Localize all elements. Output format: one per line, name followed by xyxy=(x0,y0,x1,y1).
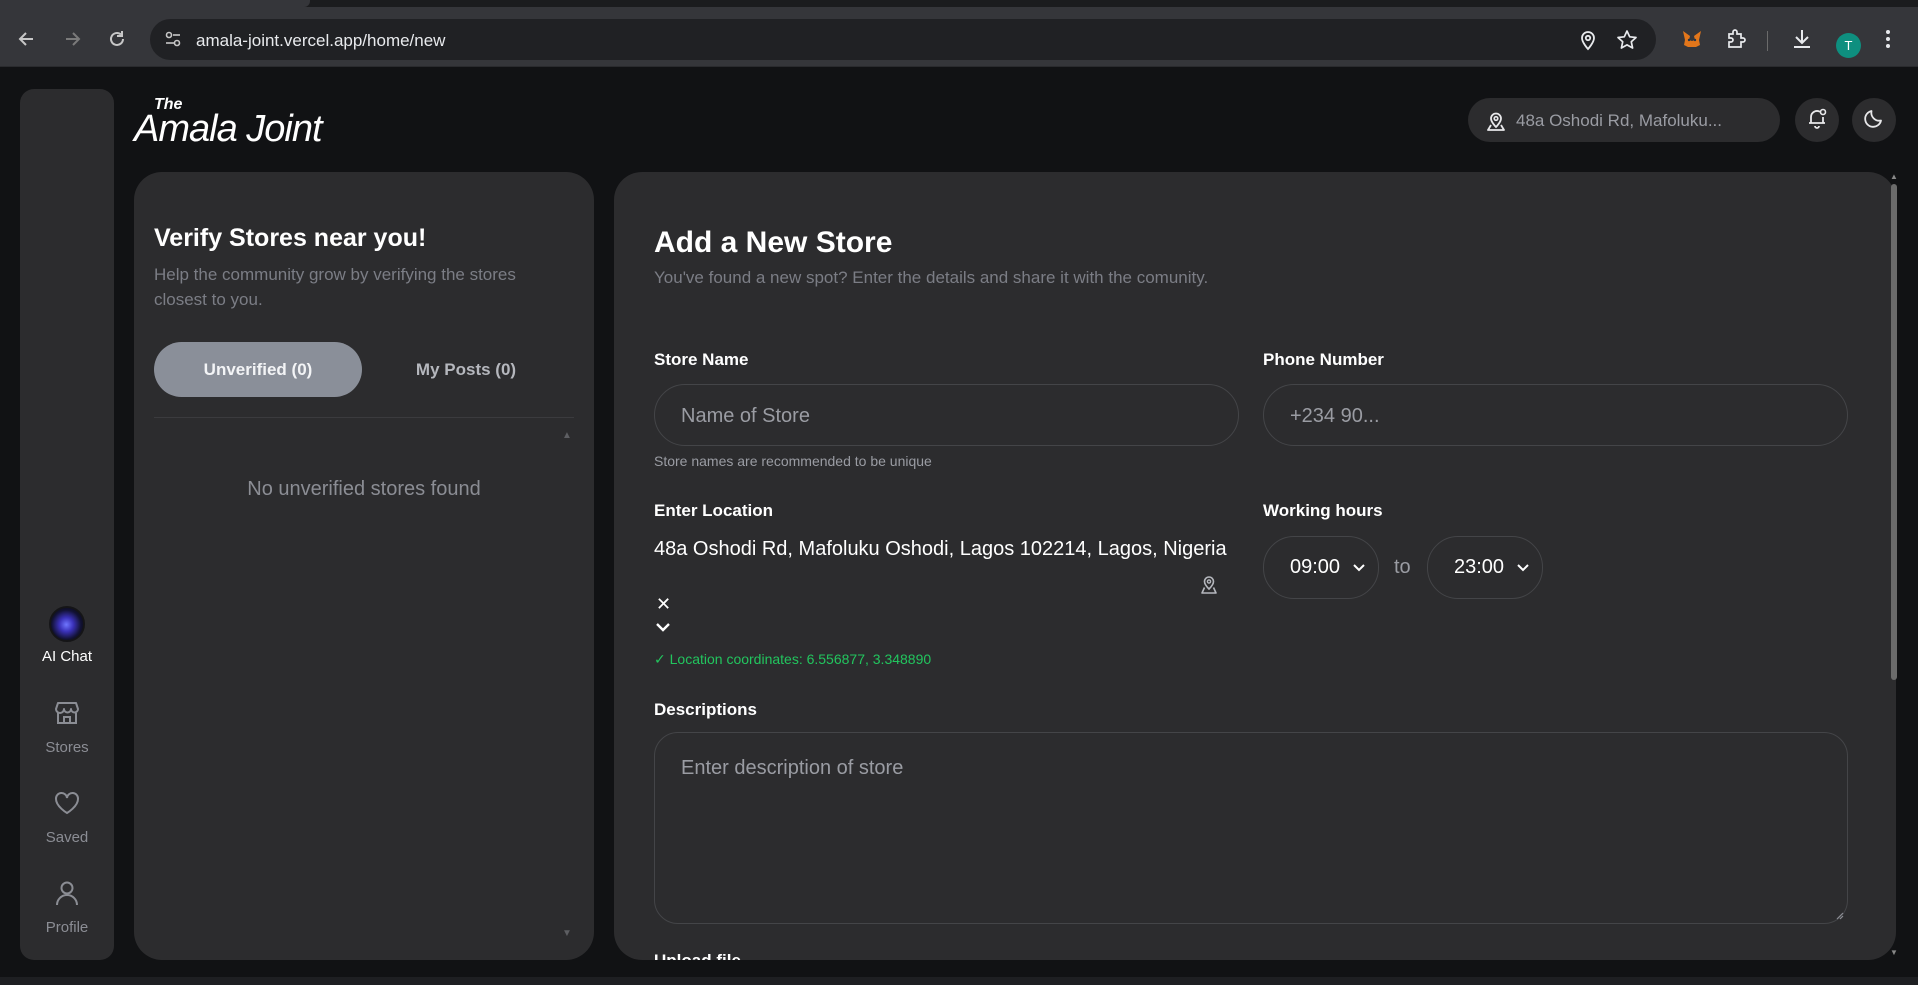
sidebar-item-label: Stores xyxy=(45,739,89,756)
closing-time-select[interactable]: 23:00 xyxy=(1427,536,1543,599)
toolbar-separator xyxy=(1767,31,1768,51)
chevron-down-icon xyxy=(1516,556,1530,579)
tab-unverified[interactable]: Unverified (0) xyxy=(154,342,362,397)
chevron-down-icon[interactable] xyxy=(654,620,672,639)
profile-avatar[interactable]: T xyxy=(1836,33,1861,58)
scroll-up-arrow[interactable]: ▲ xyxy=(1890,172,1898,181)
sidebar-item-ai-chat[interactable]: AI Chat xyxy=(20,606,114,665)
browser-menu-icon[interactable] xyxy=(1882,27,1894,56)
scrollbar-thumb[interactable] xyxy=(1891,184,1897,680)
back-icon[interactable] xyxy=(13,25,41,53)
sidebar-item-label: Saved xyxy=(45,829,89,846)
active-tab-edge[interactable] xyxy=(0,0,310,7)
chevron-down-icon xyxy=(1352,556,1366,579)
description-textarea[interactable]: Enter description of store xyxy=(654,732,1848,924)
resize-handle-icon[interactable] xyxy=(1834,910,1844,920)
metamask-extension-icon[interactable] xyxy=(1680,27,1704,56)
sidebar-item-profile[interactable]: Profile xyxy=(20,878,114,936)
browser-tabstrip xyxy=(0,0,1918,7)
page-scrollbar[interactable]: ▲ ▼ xyxy=(1890,172,1898,960)
sidebar-item-label: Profile xyxy=(45,919,89,936)
page-subtitle: You've found a new spot? Enter the detai… xyxy=(654,268,1209,287)
forward-icon[interactable] xyxy=(58,25,86,53)
bell-icon xyxy=(1805,106,1829,135)
moon-icon xyxy=(1862,106,1886,135)
downloads-icon[interactable] xyxy=(1790,27,1814,56)
panel-divider xyxy=(154,417,574,418)
opening-time-value: 09:00 xyxy=(1290,556,1341,578)
store-name-input[interactable]: Name of Store xyxy=(654,384,1239,446)
add-store-form: Add a New Store You've found a new spot?… xyxy=(614,172,1896,960)
notifications-button[interactable] xyxy=(1795,98,1839,142)
working-hours-label: Working hours xyxy=(1263,501,1383,520)
list-scroll-down-icon[interactable]: ▼ xyxy=(562,928,572,939)
verify-panel-title: Verify Stores near you! xyxy=(154,224,427,252)
clear-location-icon[interactable]: ✕ xyxy=(656,594,671,615)
user-icon xyxy=(52,878,82,913)
description-placeholder: Enter description of store xyxy=(681,757,904,779)
list-scroll-up-icon[interactable]: ▲ xyxy=(562,430,572,441)
app-logo[interactable]: The Amala Joint xyxy=(134,96,334,150)
url-text[interactable]: amala-joint.vercel.app/home/new xyxy=(196,31,445,51)
pick-location-icon[interactable] xyxy=(1198,574,1220,601)
phone-number-input[interactable]: +234 90... xyxy=(1263,384,1848,446)
address-bar[interactable]: amala-joint.vercel.app/home/new xyxy=(150,19,1656,60)
opening-time-select[interactable]: 09:00 xyxy=(1263,536,1379,599)
ai-orb-icon xyxy=(49,606,85,642)
logo-main-text: Amala Joint xyxy=(134,108,323,150)
tab-my-posts[interactable]: My Posts (0) xyxy=(362,342,570,397)
reload-icon[interactable] xyxy=(103,25,131,53)
closing-time-value: 23:00 xyxy=(1454,556,1505,578)
location-pin-icon xyxy=(1484,109,1508,138)
store-icon xyxy=(52,698,82,733)
phone-number-label: Phone Number xyxy=(1263,350,1384,369)
sidebar-nav: AI Chat Stores Saved Profile xyxy=(20,89,114,960)
heart-icon xyxy=(52,788,82,823)
store-name-hint: Store names are recommended to be unique xyxy=(654,453,932,469)
descriptions-label: Descriptions xyxy=(654,700,757,719)
store-name-label: Store Name xyxy=(654,350,749,369)
theme-toggle-button[interactable] xyxy=(1852,98,1896,142)
location-permission-icon[interactable] xyxy=(1578,29,1598,56)
bookmark-star-icon[interactable] xyxy=(1616,29,1638,56)
upload-file-label: Upload file xyxy=(654,951,741,960)
location-input[interactable]: 48a Oshodi Rd, Mafoluku Oshodi, Lagos 10… xyxy=(654,538,1227,561)
scroll-down-arrow[interactable]: ▼ xyxy=(1890,948,1898,957)
window-bottom-edge xyxy=(0,977,1918,985)
current-location-button[interactable]: 48a Oshodi Rd, Mafoluku... xyxy=(1468,98,1780,142)
phone-number-placeholder: +234 90... xyxy=(1290,405,1380,427)
empty-state-message: No unverified stores found xyxy=(247,478,481,500)
extensions-puzzle-icon[interactable] xyxy=(1724,27,1748,56)
verify-stores-panel: Verify Stores near you! Help the communi… xyxy=(134,172,594,960)
page-title: Add a New Store xyxy=(654,226,893,259)
sidebar-item-label: AI Chat xyxy=(41,648,93,665)
verify-panel-subtitle: Help the community grow by verifying the… xyxy=(154,265,516,309)
store-name-placeholder: Name of Store xyxy=(681,405,810,427)
sidebar-item-saved[interactable]: Saved xyxy=(20,788,114,846)
app-page: AI Chat Stores Saved Profile The Amala J… xyxy=(0,68,1918,977)
current-location-text: 48a Oshodi Rd, Mafoluku... xyxy=(1516,111,1723,130)
location-label: Enter Location xyxy=(654,501,774,520)
location-coordinates: ✓ Location coordinates: 6.556877, 3.3488… xyxy=(654,651,932,667)
hours-separator: to xyxy=(1394,556,1411,578)
browser-toolbar: amala-joint.vercel.app/home/new T xyxy=(0,7,1918,67)
site-settings-icon[interactable] xyxy=(164,30,182,53)
sidebar-item-stores[interactable]: Stores xyxy=(20,698,114,756)
